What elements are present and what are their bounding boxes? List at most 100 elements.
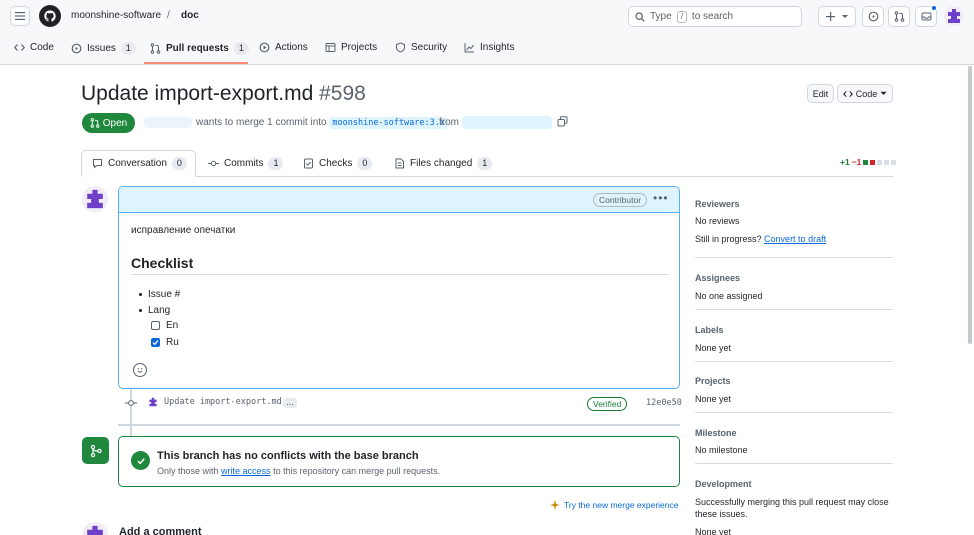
shield-icon bbox=[396, 42, 405, 53]
table-icon bbox=[325, 43, 336, 52]
code-dropdown-button[interactable]: Code bbox=[837, 84, 893, 103]
diff-block-neutral bbox=[884, 159, 890, 165]
tab-pull-requests[interactable]: Pull requests 1 bbox=[150, 42, 249, 55]
heading-divider bbox=[131, 274, 669, 275]
pull-request-icon bbox=[894, 11, 904, 22]
active-tab-underline bbox=[144, 62, 248, 64]
merge-sub-after: to this repository can merge pull reques… bbox=[273, 466, 441, 476]
bullet-icon bbox=[139, 293, 142, 296]
diff-stat: +1 −1 bbox=[840, 157, 897, 167]
user-avatar[interactable] bbox=[944, 6, 964, 26]
list-item: Issue # bbox=[139, 289, 180, 300]
edit-button[interactable]: Edit bbox=[807, 84, 834, 103]
breadcrumb-repo[interactable]: doc bbox=[181, 10, 199, 21]
diff-block-neutral bbox=[877, 159, 883, 165]
create-new-button[interactable] bbox=[818, 6, 856, 27]
menu-button[interactable] bbox=[10, 6, 30, 26]
tab-commits[interactable]: Commits 1 bbox=[208, 157, 284, 170]
sidebar-assignees-value: No one assigned bbox=[695, 291, 763, 301]
convert-to-draft-link[interactable]: Convert to draft bbox=[764, 234, 826, 244]
sidebar-development-text: Successfully merging this pull request m… bbox=[695, 497, 889, 507]
tab-actions[interactable]: Actions bbox=[259, 42, 308, 53]
author-avatar[interactable] bbox=[82, 186, 108, 212]
checklist-heading: Checklist bbox=[131, 255, 194, 271]
tab-issues-label: Issues bbox=[87, 43, 116, 54]
task-checkbox-checked[interactable] bbox=[151, 338, 160, 347]
tab-projects-label: Projects bbox=[341, 42, 378, 53]
from-text: from bbox=[439, 117, 459, 128]
page-scrollbar[interactable] bbox=[968, 66, 972, 344]
code-dropdown-label: Code bbox=[855, 88, 878, 99]
diff-block-removed bbox=[870, 159, 876, 165]
sidebar-assignees-heading[interactable]: Assignees bbox=[695, 273, 740, 283]
tab-pull-requests-label: Pull requests bbox=[166, 43, 229, 54]
search-shortcut: / bbox=[676, 10, 687, 23]
sidebar-progress: Still in progress? Convert to draft bbox=[695, 234, 826, 244]
hamburger-icon bbox=[15, 12, 25, 20]
commit-expand-button[interactable]: … bbox=[283, 398, 297, 408]
tab-files-changed[interactable]: Files changed 1 bbox=[394, 157, 493, 170]
task-item-ru[interactable]: Ru bbox=[151, 337, 179, 348]
tab-conversation[interactable]: Conversation 0 bbox=[92, 157, 187, 170]
play-icon bbox=[259, 42, 270, 53]
sidebar-labels-heading[interactable]: Labels bbox=[695, 325, 724, 335]
task-label: Ru bbox=[166, 337, 179, 348]
sidebar-reviewers-heading[interactable]: Reviewers bbox=[695, 199, 740, 209]
write-access-link[interactable]: write access bbox=[221, 466, 271, 476]
tab-security[interactable]: Security bbox=[395, 42, 447, 53]
sidebar-projects-value: None yet bbox=[695, 394, 732, 404]
pr-title: Update import-export.md #598 bbox=[81, 82, 366, 106]
sidebar-milestone-heading[interactable]: Milestone bbox=[695, 428, 737, 438]
tab-issues[interactable]: Issues 1 bbox=[71, 42, 136, 55]
sidebar-reviewers-value: No reviews bbox=[695, 216, 740, 226]
search-placeholder-suffix: to search bbox=[691, 11, 734, 22]
tab-issues-count: 1 bbox=[120, 42, 136, 55]
add-reaction-smiley-icon[interactable] bbox=[133, 363, 147, 377]
tab-code-label: Code bbox=[30, 42, 54, 53]
list-item-label: Issue # bbox=[148, 289, 181, 300]
tab-pull-requests-count: 1 bbox=[233, 42, 249, 55]
commit-message[interactable]: Update import-export.md bbox=[164, 397, 282, 407]
tab-conversation-label: Conversation bbox=[108, 158, 167, 169]
comment-header: Contributor ••• bbox=[119, 187, 679, 213]
comment-options-icon[interactable]: ••• bbox=[653, 191, 669, 205]
add-comment-heading: Add a comment bbox=[119, 526, 202, 535]
task-checkbox[interactable] bbox=[151, 321, 160, 330]
sidebar-development-heading[interactable]: Development bbox=[695, 479, 752, 489]
copy-button[interactable] bbox=[557, 116, 568, 130]
tab-code[interactable]: Code bbox=[14, 42, 54, 53]
sidebar-projects-heading[interactable]: Projects bbox=[695, 376, 731, 386]
commit-sha[interactable]: 12e0e50 bbox=[646, 398, 682, 408]
comment-text: исправление опечатки bbox=[131, 225, 236, 236]
sidebar-divider bbox=[695, 361, 893, 362]
timeline-line bbox=[130, 389, 132, 437]
search-placeholder: Type bbox=[650, 11, 672, 22]
tab-projects[interactable]: Projects bbox=[325, 42, 377, 53]
task-item-en[interactable]: En bbox=[151, 320, 178, 331]
issues-shortcut-button[interactable] bbox=[862, 6, 884, 27]
try-new-merge-link[interactable]: Try the new merge experience bbox=[550, 500, 679, 510]
breadcrumb-owner[interactable]: moonshine-software bbox=[71, 10, 161, 21]
base-branch[interactable]: moonshine-software:3.x bbox=[329, 117, 448, 129]
merge-box-title: This branch has no conflicts with the ba… bbox=[157, 450, 419, 462]
comment-icon bbox=[93, 159, 102, 169]
verified-badge[interactable]: Verified bbox=[587, 397, 628, 411]
copy-icon bbox=[557, 116, 568, 127]
commit-icon bbox=[208, 160, 219, 167]
sidebar-progress-text: Still in progress? bbox=[695, 234, 762, 244]
diff-additions: +1 bbox=[840, 157, 850, 167]
tab-files-changed-count: 1 bbox=[477, 157, 493, 170]
sidebar-divider bbox=[695, 257, 893, 258]
merge-status-icon bbox=[82, 437, 109, 464]
breadcrumb-separator: / bbox=[167, 10, 170, 21]
github-logo-icon[interactable] bbox=[39, 5, 61, 27]
timeline-separator bbox=[118, 424, 680, 426]
sidebar-divider bbox=[695, 463, 893, 464]
pr-number: #598 bbox=[319, 82, 366, 105]
tab-checks[interactable]: Checks 0 bbox=[303, 157, 373, 170]
search-input[interactable]: Type / to search bbox=[628, 6, 802, 27]
sidebar-development-text-2: these issues. bbox=[695, 509, 748, 519]
tab-insights[interactable]: Insights bbox=[464, 42, 514, 53]
pull-requests-shortcut-button[interactable] bbox=[888, 6, 910, 27]
commit-author-avatar[interactable] bbox=[147, 396, 159, 408]
